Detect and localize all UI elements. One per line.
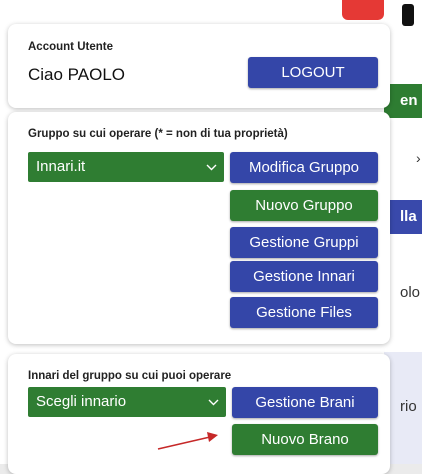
hymnal-heading: Innari del gruppo su cui puoi operare xyxy=(28,370,232,382)
hymnal-panel: Innari del gruppo su cui puoi operare Sc… xyxy=(8,354,390,474)
new-song-button[interactable]: Nuovo Brano xyxy=(232,424,378,455)
group-panel: Gruppo su cui operare (* = non di tua pr… xyxy=(8,112,390,344)
manage-files-button[interactable]: Gestione Files xyxy=(230,297,378,328)
chevron-down-icon xyxy=(208,387,219,417)
group-heading: Gruppo su cui operare (* = non di tua pr… xyxy=(28,128,288,140)
new-group-button[interactable]: Nuovo Gruppo xyxy=(230,190,378,221)
account-heading: Account Utente xyxy=(28,41,113,53)
chevron-down-icon xyxy=(206,152,217,182)
group-select[interactable]: Innari.it xyxy=(28,152,224,182)
background-chevron-icon: › xyxy=(416,150,421,166)
background-red-tab xyxy=(342,0,384,20)
greeting-text: Ciao PAOLO xyxy=(28,65,126,84)
account-panel: Account Utente Ciao PAOLO LOGOUT xyxy=(8,24,390,108)
manage-groups-button[interactable]: Gestione Gruppi xyxy=(230,227,378,258)
manage-songs-button[interactable]: Gestione Brani xyxy=(232,387,378,418)
background-text: rio xyxy=(400,398,417,415)
hymnal-select[interactable]: Scegli innario xyxy=(28,387,226,417)
background-text: olo xyxy=(400,284,421,301)
group-select-value: Innari.it xyxy=(36,158,86,175)
logout-button[interactable]: LOGOUT xyxy=(248,57,378,88)
hymnal-select-value: Scegli innario xyxy=(36,393,127,410)
edit-group-button[interactable]: Modifica Gruppo xyxy=(230,152,378,183)
manage-hymnals-button[interactable]: Gestione Innari xyxy=(230,261,378,292)
background-glyph xyxy=(402,4,414,26)
